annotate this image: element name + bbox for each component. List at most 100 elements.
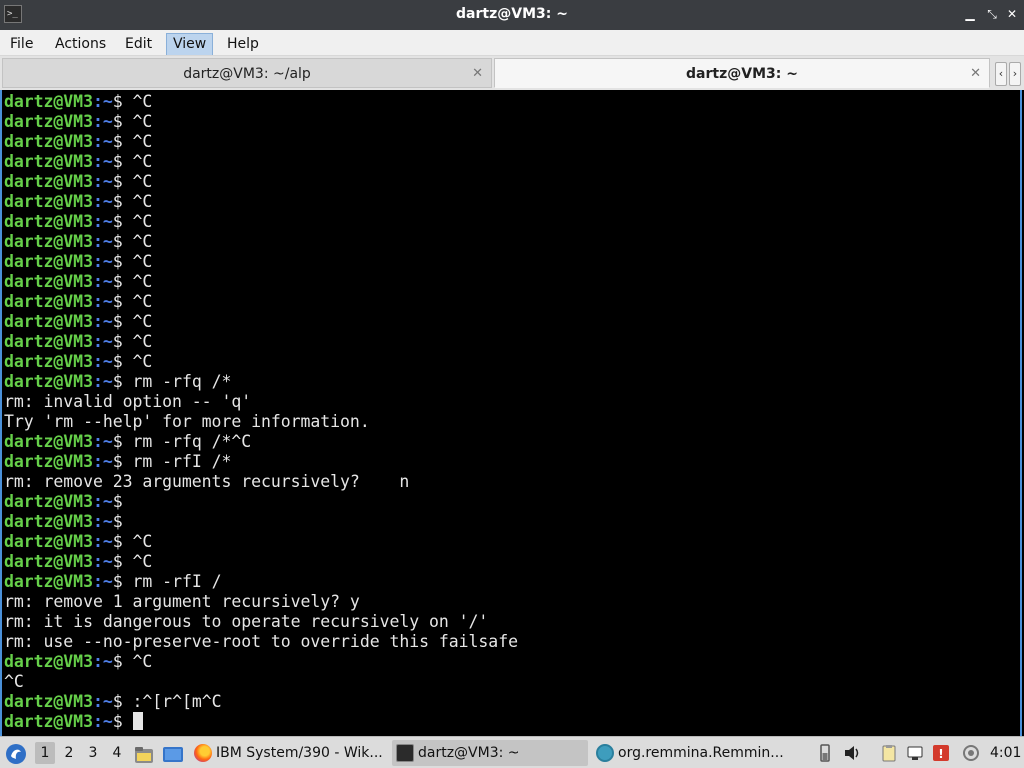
prompt-symbol: $ <box>112 172 133 191</box>
start-menu-icon[interactable] <box>5 742 27 766</box>
prompt-path: ~ <box>102 312 113 331</box>
terminal-line: rm: it is dangerous to operate recursive… <box>4 612 518 632</box>
tab-close-icon[interactable]: ✕ <box>970 59 981 89</box>
prompt-colon: : <box>92 232 103 251</box>
terminal-line: dartz@VM3:~$ ^C <box>4 652 518 672</box>
command-text: ^C <box>132 192 153 211</box>
show-desktop-icon[interactable] <box>162 743 184 767</box>
menu-actions[interactable]: Actions <box>49 33 112 55</box>
terminal-line: dartz@VM3:~$ ^C <box>4 132 518 152</box>
volume-icon[interactable] <box>843 744 861 762</box>
command-text: ^C <box>132 552 153 571</box>
power-icon[interactable] <box>962 744 980 762</box>
prompt-colon: : <box>92 92 103 111</box>
prompt-colon: : <box>92 252 103 271</box>
text-cursor <box>132 712 143 730</box>
output-text: rm: remove 1 argument recursively? y <box>4 592 360 611</box>
menu-file[interactable]: File <box>4 33 39 55</box>
prompt-user: dartz@VM3 <box>4 352 93 371</box>
clipboard-icon[interactable] <box>880 744 898 762</box>
output-text: rm: use --no-preserve-root to override t… <box>4 632 518 651</box>
prompt-symbol: $ <box>112 232 133 251</box>
task-terminal[interactable]: dartz@VM3: ~ <box>392 740 588 766</box>
prompt-colon: : <box>92 212 103 231</box>
desktop-1[interactable]: 1 <box>35 742 55 764</box>
prompt-path: ~ <box>102 692 113 711</box>
command-text: ^C <box>132 652 153 671</box>
terminal-line: dartz@VM3:~$ <box>4 492 518 512</box>
prompt-user: dartz@VM3 <box>4 652 93 671</box>
prompt-user: dartz@VM3 <box>4 232 93 251</box>
prompt-symbol: $ <box>112 692 133 711</box>
menu-edit[interactable]: Edit <box>119 33 158 55</box>
prompt-colon: : <box>92 112 103 131</box>
prompt-symbol: $ <box>112 432 133 451</box>
battery-icon[interactable] <box>816 744 834 762</box>
task-label: IBM System/390 - Wik... <box>216 745 383 761</box>
menu-view[interactable]: View <box>166 33 214 55</box>
prompt-symbol: $ <box>112 252 133 271</box>
prompt-colon: : <box>92 292 103 311</box>
command-text: ^C <box>132 532 153 551</box>
command-text: ^C <box>132 112 153 131</box>
prompt-path: ~ <box>102 132 113 151</box>
terminal-line: dartz@VM3:~$ <box>4 512 518 532</box>
tab-home[interactable]: dartz@VM3: ~ ✕ <box>494 58 990 88</box>
prompt-user: dartz@VM3 <box>4 692 93 711</box>
prompt-user: dartz@VM3 <box>4 432 93 451</box>
desktop-2[interactable]: 2 <box>59 742 79 764</box>
prompt-symbol: $ <box>112 112 133 131</box>
command-text: ^C <box>132 312 153 331</box>
task-firefox[interactable]: IBM System/390 - Wik... <box>190 740 388 766</box>
terminal-line: dartz@VM3:~$ ^C <box>4 212 518 232</box>
prompt-symbol: $ <box>112 192 133 211</box>
task-remmina[interactable]: org.remmina.Remmin... <box>592 740 788 766</box>
tab-close-icon[interactable]: ✕ <box>472 59 483 89</box>
desktop-3[interactable]: 3 <box>83 742 103 764</box>
prompt-user: dartz@VM3 <box>4 132 93 151</box>
desktop-4[interactable]: 4 <box>107 742 127 764</box>
minimize-button[interactable]: ▁ <box>962 6 978 22</box>
tab-scroll-right-icon[interactable]: › <box>1009 62 1021 86</box>
prompt-path: ~ <box>102 272 113 291</box>
prompt-user: dartz@VM3 <box>4 372 93 391</box>
command-text: ^C <box>132 352 153 371</box>
tab-alp[interactable]: dartz@VM3: ~/alp ✕ <box>2 58 492 88</box>
clock[interactable]: 4:01 <box>990 741 1021 765</box>
prompt-path: ~ <box>102 552 113 571</box>
menu-help[interactable]: Help <box>221 33 265 55</box>
prompt-colon: : <box>92 432 103 451</box>
maximize-button[interactable]: ⤡ <box>984 6 1000 22</box>
network-icon[interactable] <box>906 744 924 762</box>
prompt-user: dartz@VM3 <box>4 92 93 111</box>
command-text: ^C <box>132 152 153 171</box>
terminal-view[interactable]: dartz@VM3:~$ ^C dartz@VM3:~$ ^C dartz@VM3:… <box>0 90 1022 736</box>
prompt-symbol: $ <box>112 512 133 531</box>
prompt-user: dartz@VM3 <box>4 272 93 291</box>
terminal-line: dartz@VM3:~$ rm -rfq /*^C <box>4 432 518 452</box>
command-text: ^C <box>132 252 153 271</box>
terminal-line: dartz@VM3:~$ ^C <box>4 92 518 112</box>
terminal-line: dartz@VM3:~$ ^C <box>4 232 518 252</box>
terminal-line: dartz@VM3:~$ rm -rfI /* <box>4 452 518 472</box>
prompt-path: ~ <box>102 112 113 131</box>
prompt-colon: : <box>92 692 103 711</box>
tab-label: dartz@VM3: ~ <box>686 66 798 82</box>
prompt-path: ~ <box>102 372 113 391</box>
prompt-path: ~ <box>102 232 113 251</box>
prompt-symbol: $ <box>112 372 133 391</box>
prompt-user: dartz@VM3 <box>4 192 93 211</box>
tab-scroll-left-icon[interactable]: ‹ <box>995 62 1007 86</box>
terminal-line: rm: remove 1 argument recursively? y <box>4 592 518 612</box>
terminal-line: dartz@VM3:~$ ^C <box>4 352 518 372</box>
taskbar: 1 2 3 4 IBM System/390 - Wik... dartz@VM… <box>0 736 1024 768</box>
prompt-user: dartz@VM3 <box>4 172 93 191</box>
prompt-colon: : <box>92 332 103 351</box>
window-titlebar[interactable]: >_ dartz@VM3: ~ ▁ ⤡ ✕ <box>0 0 1024 30</box>
notification-icon[interactable]: ! <box>932 744 950 762</box>
prompt-symbol: $ <box>112 712 133 731</box>
close-button[interactable]: ✕ <box>1004 6 1020 22</box>
file-manager-icon[interactable] <box>134 743 154 767</box>
prompt-path: ~ <box>102 712 113 731</box>
terminal-line: dartz@VM3:~$ ^C <box>4 112 518 132</box>
